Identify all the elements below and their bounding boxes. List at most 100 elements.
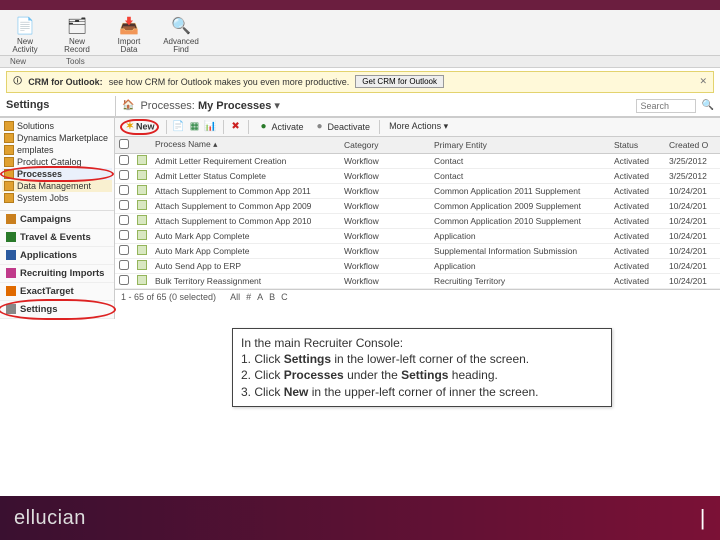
table-row[interactable]: Auto Send App to ERPWorkflowApplicationA…	[115, 258, 720, 273]
row-checkbox[interactable]	[119, 260, 129, 270]
excel-icon[interactable]: ▦	[189, 121, 201, 133]
cell-category: Workflow	[340, 153, 430, 168]
row-checkbox[interactable]	[119, 155, 129, 165]
cell-status: Activated	[610, 198, 665, 213]
more-actions-menu[interactable]: More Actions ▾	[386, 120, 451, 133]
crm-outlook-promo: 🛈 CRM for Outlook: see how CRM for Outlo…	[6, 71, 714, 93]
tree-data-management[interactable]: Data Management	[2, 180, 112, 192]
cell-category: Workflow	[340, 228, 430, 243]
deactivate-button[interactable]: ●Deactivate	[311, 120, 374, 134]
alpha-hash[interactable]: #	[246, 292, 251, 302]
alpha-b[interactable]: B	[269, 292, 275, 302]
tree-templates[interactable]: emplates	[2, 144, 112, 156]
alpha-c[interactable]: C	[281, 292, 288, 302]
cell-date: 10/24/201	[665, 243, 720, 258]
activate-button[interactable]: ●Activate	[255, 120, 307, 134]
settings-icon	[6, 304, 16, 314]
cell-category: Workflow	[340, 273, 430, 288]
new-button[interactable]: ✶New	[119, 120, 160, 134]
col-primary-entity[interactable]: Primary Entity	[430, 137, 610, 154]
cell-name: Auto Send App to ERP	[151, 258, 340, 273]
ribbon-new-record[interactable]: 🗂 New Record	[58, 14, 96, 55]
cell-name: Attach Supplement to Common App 2011	[151, 183, 340, 198]
table-row[interactable]: Attach Supplement to Common App 2010Work…	[115, 213, 720, 228]
col-process-name[interactable]: Process Name ▴	[151, 137, 340, 154]
row-checkbox[interactable]	[119, 170, 129, 180]
activate-icon: ●	[258, 121, 270, 133]
search-input[interactable]	[636, 99, 696, 113]
cell-status: Activated	[610, 168, 665, 183]
cell-entity: Application	[430, 258, 610, 273]
get-crm-button[interactable]: Get CRM for Outlook	[355, 75, 444, 88]
table-row[interactable]: Bulk Territory ReassignmentWorkflowRecru…	[115, 273, 720, 288]
new-activity-icon: 📄	[13, 14, 37, 38]
folder-icon	[4, 193, 14, 203]
cell-category: Workflow	[340, 198, 430, 213]
nav-travel-events[interactable]: Travel & Events	[0, 229, 114, 247]
tree-processes[interactable]: Processes	[2, 168, 112, 180]
row-checkbox[interactable]	[119, 230, 129, 240]
nav-settings[interactable]: Settings	[0, 301, 114, 319]
ribbon-label: New Activity	[6, 38, 44, 55]
table-row[interactable]: Auto Mark App CompleteWorkflowApplicatio…	[115, 228, 720, 243]
col-checkbox[interactable]	[115, 137, 133, 154]
row-checkbox[interactable]	[119, 185, 129, 195]
callout-line-4: 3. Click New in the upper-left corner of…	[241, 384, 603, 400]
edit-icon[interactable]: 📄	[173, 121, 185, 133]
tree-product-catalog[interactable]: Product Catalog	[2, 156, 112, 168]
cell-category: Workflow	[340, 243, 430, 258]
table-row[interactable]: Auto Mark App CompleteWorkflowSupplement…	[115, 243, 720, 258]
cell-status: Activated	[610, 228, 665, 243]
nav-campaigns[interactable]: Campaigns	[0, 211, 114, 229]
ribbon-advanced-find[interactable]: 🔍 Advanced Find	[162, 14, 200, 55]
info-icon: 🛈	[13, 74, 22, 90]
promo-close-icon[interactable]: ✕	[699, 76, 707, 87]
cell-date: 10/24/201	[665, 273, 720, 288]
table-row[interactable]: Attach Supplement to Common App 2011Work…	[115, 183, 720, 198]
col-category[interactable]: Category	[340, 137, 430, 154]
row-checkbox[interactable]	[119, 215, 129, 225]
tree-solutions[interactable]: Solutions	[2, 120, 112, 132]
row-checkbox[interactable]	[119, 200, 129, 210]
col-status[interactable]: Status	[610, 137, 665, 154]
folder-icon	[4, 157, 14, 167]
table-row[interactable]: Attach Supplement to Common App 2009Work…	[115, 198, 720, 213]
folder-icon	[4, 145, 14, 155]
row-checkbox[interactable]	[119, 275, 129, 285]
nav-recruiting-imports[interactable]: Recruiting Imports	[0, 265, 114, 283]
cell-status: Activated	[610, 273, 665, 288]
cell-name: Admit Letter Requirement Creation	[151, 153, 340, 168]
cell-status: Activated	[610, 153, 665, 168]
workflow-icon	[137, 215, 147, 225]
callout-line-1: In the main Recruiter Console:	[241, 335, 603, 351]
nav-exacttarget[interactable]: ExactTarget	[0, 283, 114, 301]
workflow-icon	[137, 230, 147, 240]
row-checkbox[interactable]	[119, 245, 129, 255]
home-icon[interactable]: 🏠	[122, 100, 134, 111]
col-created-on[interactable]: Created O	[665, 137, 720, 154]
slide-topbar	[0, 0, 720, 10]
alpha-all[interactable]: All	[230, 292, 240, 302]
ribbon-new-activity[interactable]: 📄 New Activity	[6, 14, 44, 55]
search-icon[interactable]: 🔍	[702, 100, 714, 111]
cell-name: Attach Supplement to Common App 2010	[151, 213, 340, 228]
delete-icon[interactable]: ✖	[230, 121, 242, 133]
table-row[interactable]: Admit Letter Status CompleteWorkflowCont…	[115, 168, 720, 183]
tree-system-jobs[interactable]: System Jobs	[2, 192, 112, 204]
nav-applications[interactable]: Applications	[0, 247, 114, 265]
ribbon-import-data[interactable]: 📥 Import Data	[110, 14, 148, 55]
cell-entity: Common Application 2011 Supplement	[430, 183, 610, 198]
alpha-a[interactable]: A	[257, 292, 263, 302]
main-pane: ✶New 📄 ▦ 📊 ✖ ●Activate ●Deactivate More …	[115, 118, 720, 319]
brand-logo: ellucian	[14, 507, 86, 530]
workspace: Solutions Dynamics Marketplace emplates …	[0, 117, 720, 319]
folder-icon	[4, 133, 14, 143]
table-row[interactable]: Admit Letter Requirement CreationWorkflo…	[115, 153, 720, 168]
report-icon[interactable]: 📊	[205, 121, 217, 133]
settings-heading: Settings	[0, 96, 115, 117]
promo-title: CRM for Outlook:	[28, 77, 103, 87]
cell-name: Bulk Territory Reassignment	[151, 273, 340, 288]
new-icon: ✶	[124, 121, 136, 133]
select-all-checkbox[interactable]	[119, 139, 129, 149]
tree-marketplace[interactable]: Dynamics Marketplace	[2, 132, 112, 144]
